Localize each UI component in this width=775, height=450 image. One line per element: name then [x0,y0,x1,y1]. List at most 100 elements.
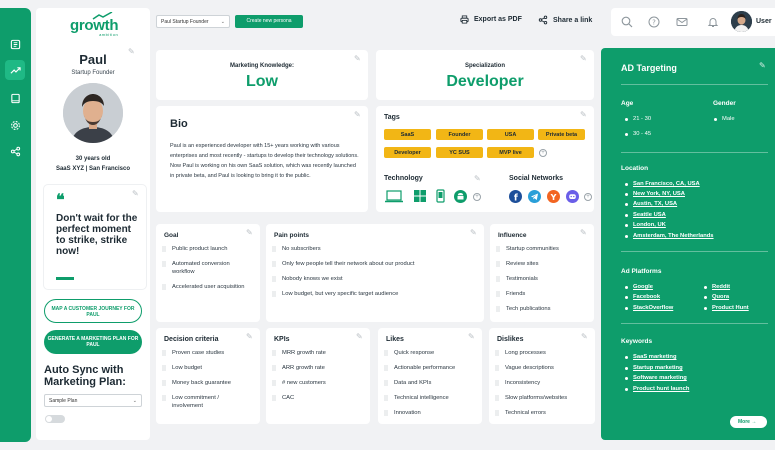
keyword-link[interactable]: Startup marketing [625,365,683,371]
trend-icon[interactable] [5,60,25,80]
tag[interactable]: USA [487,129,534,140]
platform-link[interactable]: Facebook [624,294,660,300]
drag-handle-icon[interactable] [496,276,500,282]
drag-handle-icon[interactable] [496,291,500,297]
drag-handle-icon[interactable] [384,350,388,356]
list-item[interactable]: Nobody knows we exist [272,275,343,283]
list-item[interactable]: Inconsistency [495,379,540,387]
drag-handle-icon[interactable] [495,350,499,356]
drag-handle-icon[interactable] [272,291,276,297]
list-item[interactable]: Low budget [162,364,202,372]
drag-handle-icon[interactable] [272,261,276,267]
location-link[interactable]: Seattle USA [625,212,666,218]
drag-handle-icon[interactable] [272,276,276,282]
list-item[interactable]: Low commitment / involvement [162,394,254,410]
user-name[interactable]: User [756,18,772,25]
edit-pencil-icon[interactable]: ✎ [468,333,476,341]
map-journey-button[interactable]: MAP A CUSTOMER JOURNEY FOR PAUL [44,299,142,323]
drag-handle-icon[interactable] [272,350,276,356]
list-item[interactable]: CAC [272,394,294,402]
drag-handle-icon[interactable] [384,380,388,386]
list-item[interactable]: Quick response [384,349,434,357]
edit-pencil-icon[interactable]: ✎ [356,333,364,341]
drag-handle-icon[interactable] [162,246,166,252]
list-item[interactable]: Public product launch [162,245,227,253]
drag-handle-icon[interactable] [496,306,500,312]
location-link[interactable]: London, UK [625,222,666,228]
list-item[interactable]: MRR growth rate [272,349,326,357]
list-item[interactable]: Long processes [495,349,546,357]
drag-handle-icon[interactable] [495,380,499,386]
edit-pencil-icon[interactable]: ✎ [474,175,482,183]
drag-handle-icon[interactable] [496,246,500,252]
search-icon[interactable] [621,16,633,28]
list-item[interactable]: Accelerated user acquisition [162,283,252,291]
list-item[interactable]: Vague descriptions [495,364,554,372]
keyword-link[interactable]: Product hunt launch [624,386,689,392]
location-link[interactable]: New York, NY, USA [625,191,685,197]
share-icon[interactable] [5,141,25,161]
list-item[interactable]: Technical intelligence [384,394,449,402]
list-item[interactable]: Only few people tell their network about… [272,260,414,268]
list-item[interactable]: # new customers [272,379,326,387]
list-item[interactable]: Tech publications [496,305,550,313]
drag-handle-icon[interactable] [496,261,500,267]
tag[interactable]: YC SUS [436,147,483,158]
tag[interactable]: MVP live [487,147,534,158]
drag-handle-icon[interactable] [162,380,166,386]
drag-handle-icon[interactable] [162,284,166,290]
drag-handle-icon[interactable] [272,246,276,252]
platform-link[interactable]: Google [625,284,653,290]
platform-link[interactable]: StackOverflow [624,305,673,311]
tag[interactable]: SaaS [384,129,431,140]
list-item[interactable]: Friends [496,290,525,298]
drag-handle-icon[interactable] [495,395,499,401]
mail-icon[interactable] [676,16,688,28]
keyword-link[interactable]: Software marketing [625,375,687,381]
edit-pencil-icon[interactable]: ✎ [580,55,588,63]
edit-icon[interactable] [5,34,25,54]
edit-pencil-icon[interactable]: ✎ [132,190,140,198]
export-pdf-button[interactable]: Export as PDF [460,15,522,24]
user-avatar[interactable] [731,11,752,32]
book-icon[interactable] [5,88,25,108]
list-item[interactable]: Actionable performance [384,364,455,372]
drag-handle-icon[interactable] [384,365,388,371]
help-icon[interactable]: ? [648,16,660,28]
add-technology-icon[interactable]: + [473,193,481,201]
create-persona-button[interactable]: Create new persona [235,15,303,28]
list-item[interactable]: Review sites [496,260,539,268]
edit-pencil-icon[interactable]: ✎ [246,229,254,237]
edit-pencil-icon[interactable]: ✎ [246,333,254,341]
list-item[interactable]: Money back guarantee [162,379,231,387]
edit-pencil-icon[interactable]: ✎ [354,111,362,119]
drag-handle-icon[interactable] [162,365,166,371]
drag-handle-icon[interactable] [162,261,166,267]
platform-link[interactable]: Quora [703,294,729,300]
share-link-button[interactable]: Share a link [538,15,592,25]
edit-pencil-icon[interactable]: ✎ [759,62,767,70]
list-item[interactable]: Proven case studies [162,349,224,357]
list-item[interactable]: Low budget, but very specific target aud… [272,290,398,298]
edit-pencil-icon[interactable]: ✎ [580,229,588,237]
location-link[interactable]: Amsterdam, The Netherlands [625,233,714,239]
location-link[interactable]: Austin, TX, USA [624,201,677,207]
more-button[interactable]: More → [730,416,767,428]
list-item[interactable]: Automated conversion workflow [162,260,252,276]
edit-pencil-icon[interactable]: ✎ [354,55,362,63]
settings-icon[interactable] [5,115,25,135]
tag[interactable]: Developer [384,147,431,158]
add-tag-icon[interactable]: + [539,149,547,157]
drag-handle-icon[interactable] [162,350,166,356]
bell-icon[interactable] [707,16,719,28]
keyword-link[interactable]: SaaS marketing [625,354,677,360]
list-item[interactable]: Slow platforms/websites [495,394,567,402]
list-item[interactable]: Technical errors [495,409,546,417]
edit-pencil-icon[interactable]: ✎ [580,111,588,119]
list-item[interactable]: Data and KPIs [384,379,431,387]
list-item[interactable]: Startup communities [496,245,559,253]
platform-link[interactable]: Reddit [703,284,730,290]
drag-handle-icon[interactable] [272,365,276,371]
list-item[interactable]: Testimonials [496,275,538,283]
list-item[interactable]: ARR growth rate [272,364,325,372]
